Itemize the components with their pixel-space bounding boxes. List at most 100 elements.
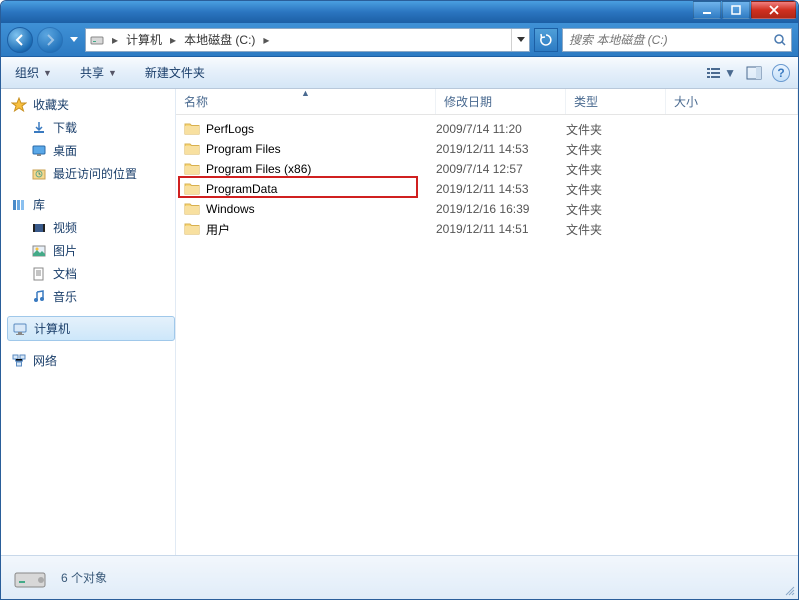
- address-bar[interactable]: ▸ 计算机 ▸ 本地磁盘 (C:) ▸: [85, 28, 530, 52]
- chevron-down-icon: ▼: [724, 66, 736, 80]
- title-bar: [1, 1, 798, 23]
- computer-icon: [12, 321, 28, 337]
- file-date: 2019/12/16 16:39: [436, 202, 566, 216]
- file-name: PerfLogs: [206, 122, 254, 136]
- chevron-down-icon: ▼: [108, 68, 117, 78]
- resize-grip-icon[interactable]: [783, 584, 795, 596]
- column-size[interactable]: 大小: [666, 89, 798, 114]
- search-icon[interactable]: [769, 33, 791, 47]
- sidebar-item-label: 网络: [33, 352, 57, 369]
- navigation-pane: 收藏夹 下载 桌面 最近访问的位置 库: [1, 89, 176, 555]
- file-date: 2019/12/11 14:53: [436, 142, 566, 156]
- folder-icon: [184, 121, 200, 137]
- close-button[interactable]: [751, 1, 796, 19]
- breadcrumb-drive-c[interactable]: 本地磁盘 (C:): [180, 29, 259, 51]
- sidebar-item-label: 桌面: [53, 142, 77, 159]
- search-box[interactable]: [562, 28, 792, 52]
- preview-pane-button[interactable]: [746, 66, 762, 80]
- sidebar-item-computer[interactable]: 计算机: [7, 316, 175, 341]
- file-type: 文件夹: [566, 201, 666, 218]
- breadcrumb-separator[interactable]: ▸: [166, 33, 180, 47]
- breadcrumb-separator[interactable]: ▸: [259, 33, 273, 47]
- sidebar-item-music[interactable]: 音乐: [7, 285, 175, 308]
- desktop-icon: [31, 143, 47, 159]
- recent-icon: [31, 166, 47, 182]
- file-name: Windows: [206, 202, 255, 216]
- column-name[interactable]: ▲ 名称: [176, 89, 436, 114]
- minimize-button[interactable]: [693, 1, 721, 19]
- address-dropdown[interactable]: [511, 29, 529, 51]
- folder-icon: [184, 141, 200, 157]
- status-text: 6 个对象: [61, 569, 107, 586]
- file-row[interactable]: Program Files (x86)2009/7/14 12:57文件夹: [176, 159, 798, 179]
- toolbar-right: ▼ ?: [706, 64, 790, 82]
- nav-history-dropdown[interactable]: [67, 33, 81, 47]
- search-input[interactable]: [563, 33, 769, 47]
- navigation-bar: ▸ 计算机 ▸ 本地磁盘 (C:) ▸: [1, 23, 798, 57]
- document-icon: [31, 266, 47, 282]
- explorer-window: ▸ 计算机 ▸ 本地磁盘 (C:) ▸ 组织 ▼ 共享 ▼: [0, 0, 799, 600]
- file-name: Program Files (x86): [206, 162, 311, 176]
- file-row[interactable]: 用户2019/12/11 14:51文件夹: [176, 219, 798, 239]
- file-type: 文件夹: [566, 121, 666, 138]
- organize-menu[interactable]: 组织 ▼: [9, 60, 58, 85]
- file-name: ProgramData: [206, 182, 277, 196]
- maximize-button[interactable]: [722, 1, 750, 19]
- file-type: 文件夹: [566, 161, 666, 178]
- status-bar: 6 个对象: [1, 555, 798, 599]
- breadcrumb-separator[interactable]: ▸: [108, 33, 122, 47]
- file-row[interactable]: Windows 2019/12/16 16:39文件夹: [176, 199, 798, 219]
- computer-group: 计算机: [7, 316, 175, 341]
- network-group: 网络: [7, 349, 175, 372]
- new-folder-button[interactable]: 新建文件夹: [139, 60, 211, 85]
- column-label: 名称: [184, 93, 208, 110]
- folder-icon: [184, 181, 200, 197]
- column-date[interactable]: 修改日期: [436, 89, 566, 114]
- file-type: 文件夹: [566, 221, 666, 238]
- favorites-group: 收藏夹 下载 桌面 最近访问的位置: [7, 93, 175, 185]
- sidebar-item-network[interactable]: 网络: [7, 349, 175, 372]
- file-list[interactable]: PerfLogs2009/7/14 11:20文件夹Program Files2…: [176, 115, 798, 555]
- sidebar-item-documents[interactable]: 文档: [7, 262, 175, 285]
- libraries-header[interactable]: 库: [7, 193, 175, 216]
- column-label: 类型: [574, 93, 598, 110]
- file-type: 文件夹: [566, 181, 666, 198]
- picture-icon: [31, 243, 47, 259]
- video-icon: [31, 220, 47, 236]
- libraries-group: 库 视频 图片 文档 音乐: [7, 193, 175, 308]
- help-button[interactable]: ?: [772, 64, 790, 82]
- command-bar: 组织 ▼ 共享 ▼ 新建文件夹 ▼ ?: [1, 57, 798, 89]
- sidebar-item-desktop[interactable]: 桌面: [7, 139, 175, 162]
- star-icon: [11, 97, 27, 113]
- file-row[interactable]: Program Files2019/12/11 14:53文件夹: [176, 139, 798, 159]
- sidebar-item-label: 最近访问的位置: [53, 165, 137, 182]
- sidebar-item-label: 音乐: [53, 288, 77, 305]
- new-folder-label: 新建文件夹: [145, 64, 205, 81]
- favorites-header[interactable]: 收藏夹: [7, 93, 175, 116]
- column-label: 大小: [674, 93, 698, 110]
- chevron-down-icon: ▼: [43, 68, 52, 78]
- back-button[interactable]: [7, 27, 33, 53]
- content-area: 收藏夹 下载 桌面 最近访问的位置 库: [1, 89, 798, 555]
- forward-button[interactable]: [37, 27, 63, 53]
- column-type[interactable]: 类型: [566, 89, 666, 114]
- breadcrumb-computer[interactable]: 计算机: [122, 29, 166, 51]
- organize-label: 组织: [15, 64, 39, 81]
- sidebar-item-videos[interactable]: 视频: [7, 216, 175, 239]
- sidebar-item-downloads[interactable]: 下载: [7, 116, 175, 139]
- sidebar-item-pictures[interactable]: 图片: [7, 239, 175, 262]
- file-type: 文件夹: [566, 141, 666, 158]
- refresh-button[interactable]: [534, 28, 558, 52]
- share-menu[interactable]: 共享 ▼: [74, 60, 123, 85]
- folder-icon: [184, 201, 200, 217]
- file-row[interactable]: ProgramData2019/12/11 14:53文件夹: [176, 179, 798, 199]
- drive-icon: [86, 32, 108, 48]
- file-row[interactable]: PerfLogs2009/7/14 11:20文件夹: [176, 119, 798, 139]
- download-icon: [31, 120, 47, 136]
- view-options-button[interactable]: ▼: [706, 66, 736, 80]
- sidebar-item-recent[interactable]: 最近访问的位置: [7, 162, 175, 185]
- share-label: 共享: [80, 64, 104, 81]
- sidebar-item-label: 视频: [53, 219, 77, 236]
- sidebar-item-label: 图片: [53, 242, 77, 259]
- network-icon: [11, 353, 27, 369]
